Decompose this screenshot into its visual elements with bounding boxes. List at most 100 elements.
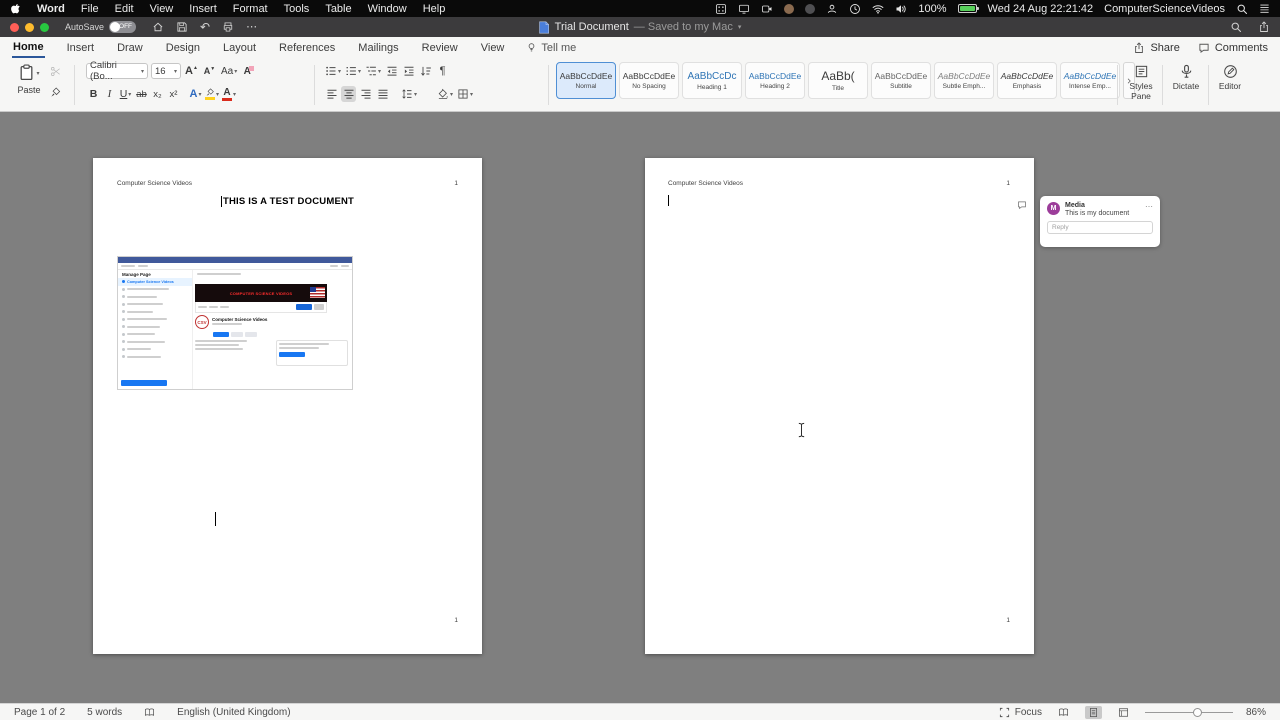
titlebar-share-icon[interactable]: [1258, 21, 1270, 33]
zoom-window-button[interactable]: [40, 22, 49, 32]
styles-pane-button[interactable]: Styles Pane: [1122, 64, 1160, 102]
decrease-indent-button[interactable]: [384, 63, 399, 79]
style-normal[interactable]: AaBbCcDdEe Normal: [556, 62, 616, 99]
tab-design[interactable]: Design: [165, 39, 201, 57]
print-icon[interactable]: [222, 21, 234, 33]
apple-menu-icon[interactable]: [10, 2, 21, 15]
shrink-font-button[interactable]: A ▼: [202, 63, 217, 79]
proofing-icon[interactable]: [144, 707, 155, 718]
menu-format[interactable]: Format: [233, 3, 268, 15]
menu-edit[interactable]: Edit: [115, 3, 134, 15]
language-indicator[interactable]: English (United Kingdom): [177, 707, 290, 718]
comment-reply-input[interactable]: [1047, 221, 1153, 234]
app-status-icon-2[interactable]: [805, 3, 816, 14]
tell-me-button[interactable]: Tell me: [526, 42, 576, 54]
paste-button[interactable]: ▾ Paste: [12, 64, 46, 95]
document-title-area[interactable]: Trial Document — Saved to my Mac ▾: [539, 21, 742, 34]
comments-button[interactable]: Comments: [1198, 42, 1268, 54]
tab-mailings[interactable]: Mailings: [357, 39, 399, 57]
control-center-icon[interactable]: [1259, 3, 1270, 14]
tab-view[interactable]: View: [480, 39, 506, 57]
user-status-icon[interactable]: [826, 3, 838, 15]
change-case-button[interactable]: Aa ▾: [220, 63, 238, 79]
multilevel-list-button[interactable]: ▾: [364, 63, 382, 79]
dictate-button[interactable]: Dictate: [1166, 64, 1206, 92]
shading-button[interactable]: ▾: [436, 86, 454, 102]
zoom-slider[interactable]: [1144, 707, 1233, 717]
superscript-button[interactable]: x²: [166, 86, 181, 102]
titlebar-search-icon[interactable]: [1230, 21, 1242, 33]
editor-button[interactable]: Editor: [1212, 64, 1248, 92]
style-intense-emphasis[interactable]: AaBbCcDdEe Intense Emp...: [1060, 62, 1120, 99]
print-layout-button[interactable]: [1084, 705, 1102, 719]
align-right-button[interactable]: [358, 86, 373, 102]
comment-menu-icon[interactable]: ⋯: [1145, 202, 1153, 211]
display-icon[interactable]: [738, 3, 750, 15]
menubar-clock[interactable]: Wed 24 Aug 22:21:42: [988, 3, 1094, 15]
comment-card[interactable]: M Media This is my document ⋯: [1040, 196, 1160, 247]
menu-insert[interactable]: Insert: [189, 3, 217, 15]
page-2[interactable]: Computer Science Videos 1 1: [645, 158, 1034, 654]
menu-tools[interactable]: Tools: [284, 3, 310, 15]
wifi-icon[interactable]: [872, 3, 884, 15]
app-menu-word[interactable]: Word: [37, 3, 65, 15]
line-spacing-button[interactable]: ▾: [400, 86, 418, 102]
borders-button[interactable]: ▾: [456, 86, 474, 102]
tab-draw[interactable]: Draw: [116, 39, 144, 57]
style-no-spacing[interactable]: AaBbCcDdEe No Spacing: [619, 62, 679, 99]
document-canvas[interactable]: Computer Science Videos 1 THIS IS A TEST…: [0, 112, 1280, 703]
undo-icon[interactable]: ↶: [200, 21, 210, 33]
style-subtitle[interactable]: AaBbCcDdEe Subtitle: [871, 62, 931, 99]
autosave-toggle[interactable]: OFF: [109, 21, 137, 33]
embedded-image[interactable]: Manage Page Computer Science Videos COMP…: [117, 256, 353, 390]
tab-review[interactable]: Review: [421, 39, 459, 57]
page-1[interactable]: Computer Science Videos 1 THIS IS A TEST…: [93, 158, 482, 654]
style-subtle-emphasis[interactable]: AaBbCcDdEe Subtle Emph...: [934, 62, 994, 99]
strikethrough-button[interactable]: ab: [134, 86, 149, 102]
title-chevron-down-icon[interactable]: ▾: [738, 23, 742, 31]
bold-button[interactable]: B: [86, 86, 101, 102]
style-heading-2[interactable]: AaBbCcDdEe Heading 2: [745, 62, 805, 99]
tab-layout[interactable]: Layout: [222, 39, 257, 57]
increase-indent-button[interactable]: [401, 63, 416, 79]
more-toolbar-icon[interactable]: ⋯: [246, 21, 257, 33]
show-paragraph-marks-button[interactable]: ¶: [435, 63, 450, 79]
italic-button[interactable]: I: [102, 86, 117, 102]
fast-user-switch[interactable]: ComputerScienceVideos: [1104, 3, 1225, 15]
style-heading-1[interactable]: AaBbCcDc Heading 1: [682, 62, 742, 99]
align-center-button[interactable]: [341, 86, 356, 102]
font-size-select[interactable]: 16 ▾: [151, 63, 181, 79]
tab-references[interactable]: References: [278, 39, 336, 57]
spotlight-icon[interactable]: [1236, 3, 1248, 15]
home-icon[interactable]: [152, 21, 164, 33]
justify-button[interactable]: [375, 86, 390, 102]
web-layout-button[interactable]: [1115, 706, 1132, 719]
highlight-color-button[interactable]: ▾: [204, 86, 220, 102]
format-painter-icon[interactable]: [50, 87, 61, 98]
save-icon[interactable]: [176, 21, 188, 33]
app-status-icon[interactable]: [784, 3, 795, 14]
read-mode-button[interactable]: [1055, 706, 1072, 719]
zoom-level[interactable]: 86%: [1246, 707, 1266, 718]
numbering-button[interactable]: ▾: [344, 63, 362, 79]
camera-icon[interactable]: [761, 3, 773, 15]
grow-font-button[interactable]: A ▲: [184, 63, 199, 79]
close-window-button[interactable]: [10, 22, 19, 32]
tab-insert[interactable]: Insert: [66, 39, 96, 57]
page1-title[interactable]: THIS IS A TEST DOCUMENT: [93, 196, 482, 207]
zoom-slider-knob[interactable]: [1192, 707, 1202, 717]
menu-window[interactable]: Window: [368, 3, 407, 15]
focus-button[interactable]: Focus: [999, 707, 1042, 718]
subscript-button[interactable]: x₂: [150, 86, 165, 102]
style-title[interactable]: AaBb(Title: [808, 62, 868, 99]
menu-view[interactable]: View: [150, 3, 174, 15]
align-left-button[interactable]: [324, 86, 339, 102]
sort-button[interactable]: [418, 63, 433, 79]
menu-file[interactable]: File: [81, 3, 99, 15]
cut-icon[interactable]: [50, 66, 61, 77]
menu-help[interactable]: Help: [423, 3, 446, 15]
font-color-button[interactable]: A ▾: [221, 86, 237, 102]
bullets-button[interactable]: ▾: [324, 63, 342, 79]
tab-home[interactable]: Home: [12, 38, 45, 58]
share-button[interactable]: Share: [1133, 42, 1180, 54]
